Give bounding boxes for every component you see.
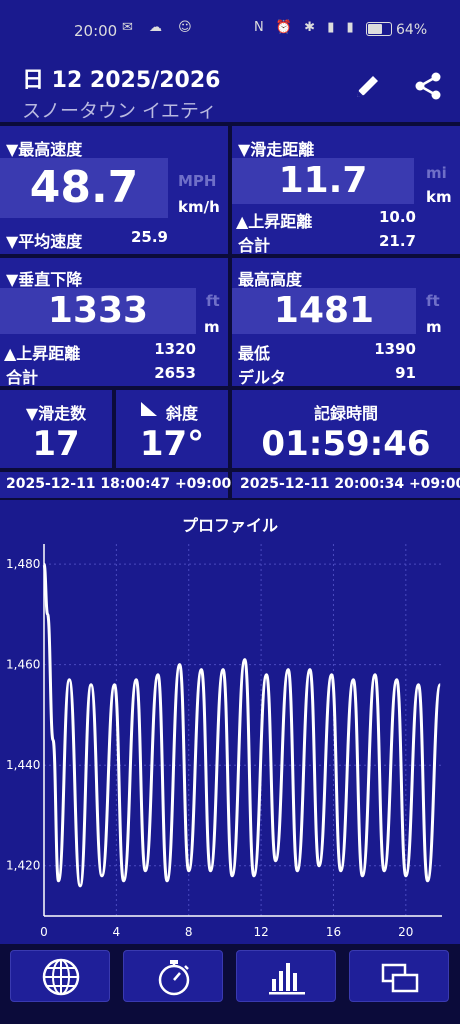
avg-speed-label: ▼平均速度 xyxy=(6,232,83,251)
ski-total-value: 21.7 xyxy=(378,232,416,250)
y-tick-label: 1,460 xyxy=(6,658,40,672)
map-button[interactable] xyxy=(10,950,110,1002)
ski-distance-panel[interactable]: ▼滑走距離 11.7 mi km ▲上昇距離 10.0 合計 21.7 xyxy=(232,126,460,255)
header: 日 12 2025/2026 スノータウン イエティ xyxy=(0,56,460,122)
avg-speed-value: 25.9 xyxy=(130,228,168,246)
x-tick-label: 16 xyxy=(326,925,341,939)
max-altitude-unit: m xyxy=(426,318,442,336)
vertical-total-value: 2653 xyxy=(154,364,196,382)
bar-chart-icon xyxy=(269,963,305,995)
system-icons: N ⏰ ✱ ▮ ▮ xyxy=(254,20,358,35)
profile-chart[interactable]: プロファイル 0 4 8 12 16 20 1,420 1,440 1,460 1,480 xyxy=(0,504,460,944)
runs-label: ▼滑走数 xyxy=(25,404,87,423)
x-tick-label: 8 xyxy=(185,925,193,939)
record-time-panel[interactable]: 記録時間 01:59:46 xyxy=(232,390,460,468)
delta-altitude-value: 91 xyxy=(395,364,416,382)
globe-icon xyxy=(42,958,80,996)
slope-label: 斜度 xyxy=(166,404,199,423)
y-tick-label: 1,480 xyxy=(6,557,40,571)
start-time: 2025-12-11 18:00:47 +09:00 xyxy=(6,476,232,492)
min-altitude-label: 最低 xyxy=(238,344,271,363)
stopwatch-icon xyxy=(158,960,190,996)
delta-altitude-label: デルタ xyxy=(238,368,287,387)
page-title: 日 12 2025/2026 xyxy=(22,68,221,93)
x-tick-label: 0 xyxy=(40,925,48,939)
runs-panel[interactable]: ▼滑走数 17 xyxy=(0,390,112,468)
vertical-descent-value: 1333 xyxy=(0,288,196,334)
slope-value: 17° xyxy=(139,424,205,464)
notification-icons: ✉ ☁ ☺ xyxy=(122,20,198,35)
windows-icon xyxy=(381,963,419,993)
status-time: 20:00 xyxy=(74,22,118,40)
chart-plot[interactable]: 0 4 8 12 16 20 1,420 1,440 1,460 1,480 xyxy=(0,504,460,944)
x-tick-label: 4 xyxy=(113,925,121,939)
record-time-label: 記録時間 xyxy=(313,404,378,423)
ski-distance-unit-alt: mi xyxy=(426,164,447,182)
vertical-descent-unit: m xyxy=(204,318,220,336)
x-tick-label: 12 xyxy=(253,925,268,939)
max-speed-unit: km/h xyxy=(178,198,220,216)
stats-button[interactable] xyxy=(236,950,336,1002)
end-time: 2025-12-11 20:00:34 +09:00 xyxy=(240,476,460,492)
ski-distance-label: ▼滑走距離 xyxy=(238,140,315,159)
vertical-descent-unit-alt: ft xyxy=(206,292,220,310)
battery-percent: 64% xyxy=(396,22,428,38)
start-time-panel: 2025-12-11 18:00:47 +09:00 xyxy=(0,472,232,498)
status-bar: 20:00 ✉ ☁ ☺ N ⏰ ✱ ▮ ▮ 64% xyxy=(0,0,460,56)
timer-button[interactable] xyxy=(123,950,223,1002)
vertical-ascent-label: ▲上昇距離 xyxy=(4,344,81,363)
max-altitude-value: 1481 xyxy=(232,288,416,334)
max-altitude-unit-alt: ft xyxy=(426,292,440,310)
max-speed-label: ▼最高速度 xyxy=(6,140,83,159)
pencil-icon[interactable] xyxy=(352,70,384,102)
vertical-ascent-value: 1320 xyxy=(154,340,196,358)
max-speed-panel[interactable]: ▼最高速度 48.7 MPH km/h ▼平均速度 25.9 xyxy=(0,126,228,254)
y-tick-label: 1,420 xyxy=(6,859,40,873)
battery-icon xyxy=(366,22,392,36)
ski-total-label: 合計 xyxy=(238,236,271,255)
ski-ascent-value: 10.0 xyxy=(378,208,416,226)
y-tick-label: 1,440 xyxy=(6,758,40,772)
ski-ascent-label: ▲上昇距離 xyxy=(236,212,313,231)
share-icon[interactable] xyxy=(412,70,444,102)
slope-icon xyxy=(141,402,157,416)
ski-distance-value: 11.7 xyxy=(232,158,414,204)
vertical-descent-label: ▼垂直下降 xyxy=(6,270,83,289)
max-speed-unit-alt: MPH xyxy=(178,172,217,190)
max-speed-value: 48.7 xyxy=(0,158,168,218)
pages-button[interactable] xyxy=(349,950,449,1002)
max-altitude-panel[interactable]: 最高高度 1481 ft m 最低 1390 デルタ 91 xyxy=(232,258,460,387)
min-altitude-value: 1390 xyxy=(374,340,416,358)
vertical-total-label: 合計 xyxy=(6,368,39,387)
slope-panel[interactable]: 斜度 17° xyxy=(116,390,228,468)
bottom-nav xyxy=(0,944,460,1024)
x-tick-label: 20 xyxy=(398,925,413,939)
vertical-descent-panel[interactable]: ▼垂直下降 1333 ft m ▲上昇距離 1320 合計 2653 xyxy=(0,258,228,387)
resort-name: スノータウン イエティ xyxy=(22,100,217,122)
record-time-value: 01:59:46 xyxy=(261,424,431,464)
end-time-panel: 2025-12-11 20:00:34 +09:00 xyxy=(232,472,460,498)
runs-value: 17 xyxy=(32,424,80,464)
profile-line xyxy=(42,562,442,888)
max-altitude-label: 最高高度 xyxy=(238,270,303,289)
ski-distance-unit: km xyxy=(426,188,452,206)
